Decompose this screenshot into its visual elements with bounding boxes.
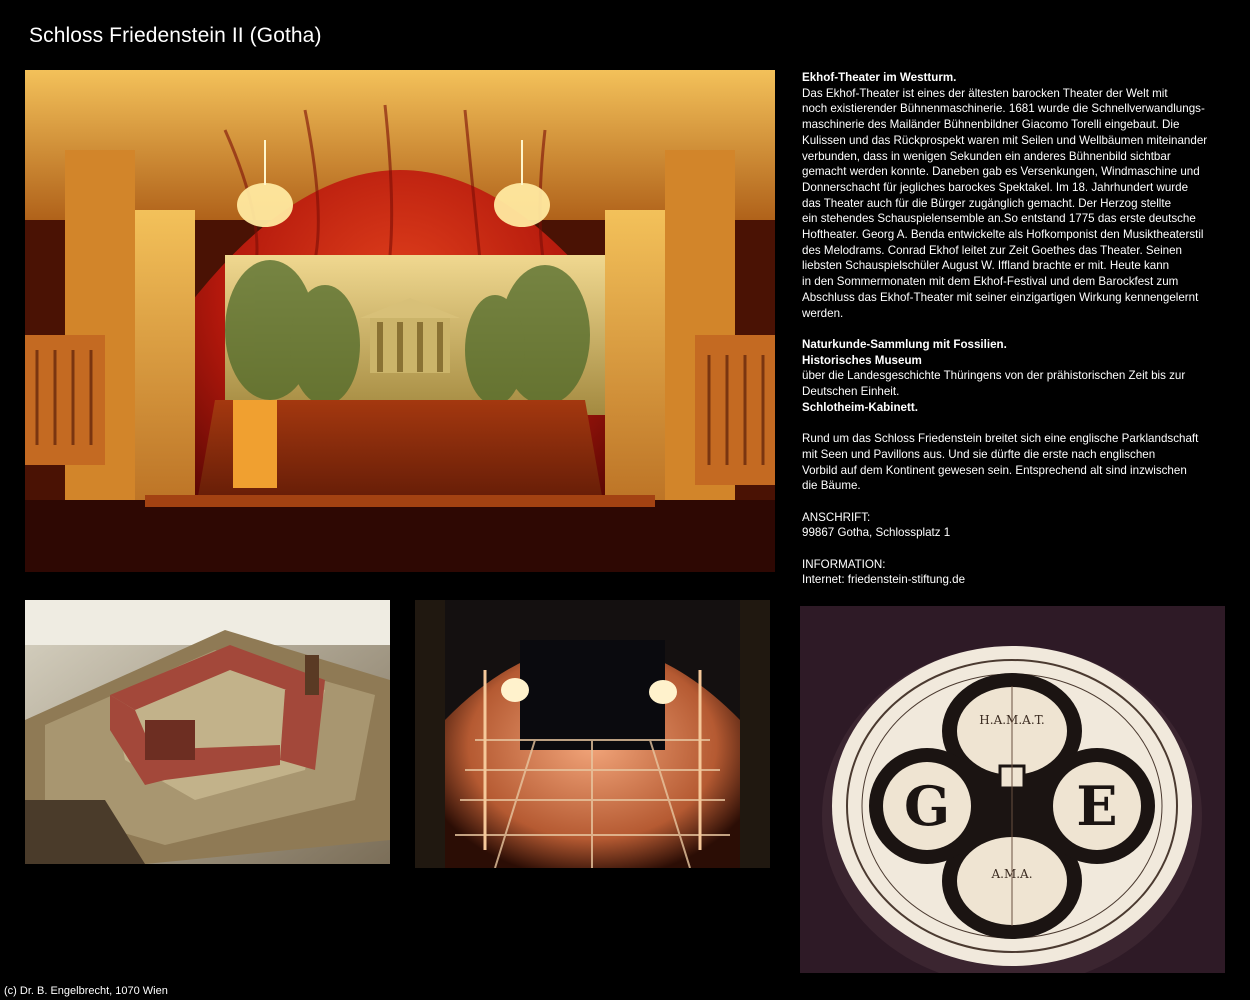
text-line: Das Ekhof-Theater ist eines der ältesten…: [802, 86, 1168, 100]
dial-letter-g: G: [904, 774, 950, 838]
text-line: mit Seen und Pavillons aus. Und sie dürf…: [802, 447, 1156, 461]
address-label: ANSCHRIFT:: [802, 510, 871, 524]
theater-description: Das Ekhof-Theater ist eines der ältesten…: [802, 86, 1230, 322]
stage-machinery-photo[interactable]: [415, 600, 770, 868]
text-line: Abschluss das Ekhof-Theater mit seiner e…: [802, 290, 1199, 304]
kabinett-heading: Schlotheim-Kabinett.: [802, 400, 918, 414]
text-line: liebsten Schauspielschüler August W. Iff…: [802, 259, 1170, 273]
theater-photo[interactable]: [25, 70, 775, 572]
text-line: über die Landesgeschichte Thüringens von…: [802, 369, 1186, 383]
park-description: Rund um das Schloss Friedenstein breitet…: [802, 431, 1230, 494]
museum-heading: Historisches Museum: [802, 353, 922, 367]
naturkunde-heading: Naturkunde-Sammlung mit Fossilien.: [802, 337, 1007, 351]
text-line: in den Sommermonaten mit dem Ekhof-Festi…: [802, 275, 1179, 289]
text-line: noch existierender Bühnenmaschinerie. 16…: [802, 102, 1205, 116]
info-label: INFORMATION:: [802, 557, 886, 571]
copyright-footer: (c) Dr. B. Engelbrecht, 1070 Wien: [4, 985, 168, 997]
text-line: Donnerschacht für jegliches barockes Spe…: [802, 180, 1189, 194]
engraved-dial-photo[interactable]: G E H.A.M.A.T. A.M.A.: [800, 606, 1225, 973]
dial-letter-e: E: [1076, 774, 1117, 838]
text-line: Vorbild auf dem Kontinent gewesen sein. …: [802, 463, 1187, 477]
text-line: gemacht werden konnte. Daneben gab es Ve…: [802, 165, 1200, 179]
text-line: Kulissen und das Rückprospekt waren mit …: [802, 133, 1208, 147]
text-line: Rund um das Schloss Friedenstein breitet…: [802, 432, 1199, 446]
text-line: Hoftheater. Georg A. Benda entwickelte a…: [802, 228, 1204, 242]
text-line: maschinerie des Mailänder Bühnenbildner …: [802, 118, 1180, 132]
text-line: die Bäume.: [802, 479, 861, 493]
description-text: Ekhof-Theater im Westturm. Das Ekhof-The…: [802, 70, 1230, 588]
text-line: ein stehendes Schauspielensemble an.So e…: [802, 212, 1196, 226]
text-line: Deutschen Einheit.: [802, 385, 900, 399]
info-link[interactable]: Internet: friedenstein-stiftung.de: [802, 572, 1230, 588]
page-title: Schloss Friedenstein II (Gotha): [29, 24, 322, 47]
address-value: 99867 Gotha, Schlossplatz 1: [802, 526, 951, 540]
text-line: das Theater auch für die Bürger zugängli…: [802, 196, 1172, 210]
text-line: verbunden, dass in wenigen Sekunden ein …: [802, 149, 1171, 163]
text-line: des Melodrams. Conrad Ekhof leitet zur Z…: [802, 243, 1183, 257]
theater-heading: Ekhof-Theater im Westturm.: [802, 71, 957, 84]
museum-description: über die Landesgeschichte Thüringens von…: [802, 368, 1230, 399]
castle-model-photo[interactable]: [25, 600, 390, 864]
text-line: werden.: [802, 306, 844, 320]
